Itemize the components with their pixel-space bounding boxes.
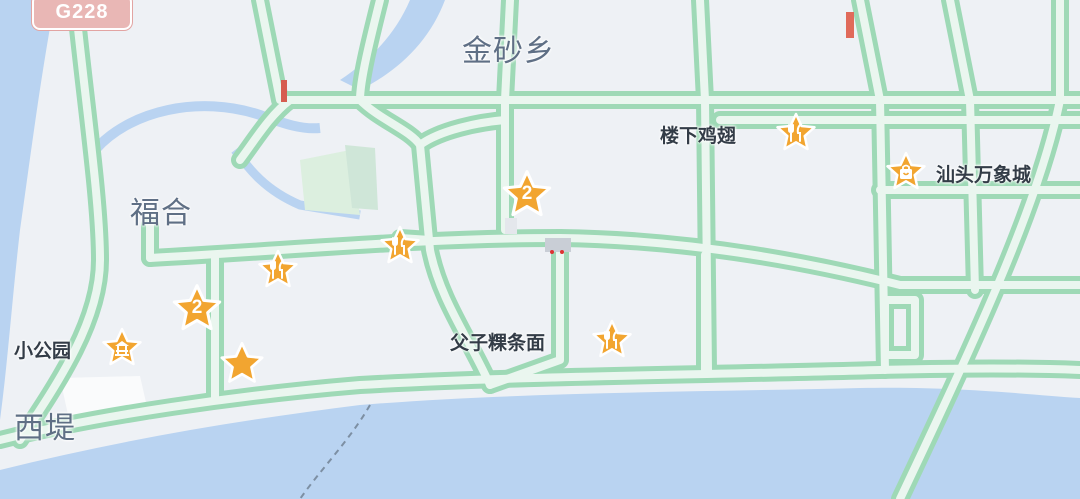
traffic-mark <box>281 80 287 102</box>
place-label-jinsha[interactable]: 金砂乡 <box>462 26 555 70</box>
fork-knife-icon <box>270 261 283 279</box>
place-label-fuhe[interactable]: 福合 <box>130 188 192 232</box>
pavilion-icon <box>115 341 129 356</box>
map-canvas[interactable]: G228 金砂乡 福合 西堤 楼下鸡翅 汕头万象城 父子粿条面 小公园 2 2 <box>0 0 1080 499</box>
highway-shield-label: G228 <box>55 1 109 23</box>
poi-marker-food[interactable] <box>378 224 422 268</box>
fork-knife-icon <box>604 331 617 349</box>
poi-label-wanxiang[interactable]: 汕头万象城 <box>936 160 1031 187</box>
poi-label-louxia[interactable]: 楼下鸡翅 <box>660 121 736 148</box>
poi-marker-star[interactable] <box>218 340 266 388</box>
cluster-marker[interactable]: 2 <box>500 168 554 222</box>
place-label-xidi[interactable]: 西堤 <box>14 403 76 447</box>
fork-knife-icon <box>788 124 801 142</box>
shopping-bag-icon <box>900 164 912 179</box>
poi-label-park[interactable]: 小公园 <box>14 336 71 363</box>
traffic-mark <box>846 12 854 38</box>
map-base-layer <box>0 0 1080 499</box>
cluster-marker[interactable]: 2 <box>170 282 224 336</box>
highway-shield: G228 <box>32 0 132 30</box>
poi-label-fuzi[interactable]: 父子粿条面 <box>450 328 545 355</box>
fork-knife-icon <box>392 237 405 255</box>
building-block <box>545 238 571 252</box>
cluster-count: 2 <box>521 183 533 204</box>
poi-marker-wanxiang[interactable] <box>884 150 928 194</box>
poi-marker-food[interactable] <box>256 248 300 292</box>
cluster-count: 2 <box>191 297 203 318</box>
poi-marker-park[interactable] <box>100 326 144 370</box>
poi-marker-fuzi[interactable] <box>590 318 634 362</box>
poi-marker-louxia[interactable] <box>774 111 818 155</box>
